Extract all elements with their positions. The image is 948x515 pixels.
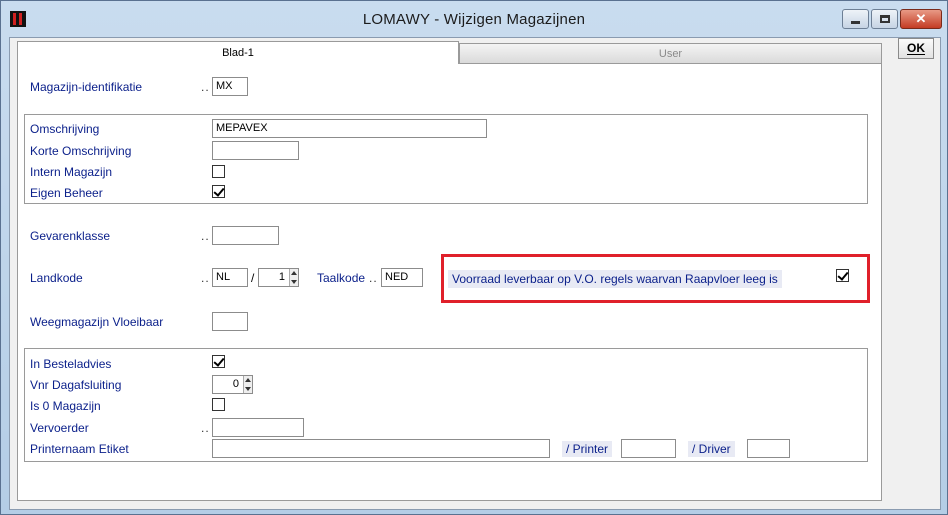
close-icon: ✕	[915, 11, 927, 26]
korte-omschrijving-field[interactable]	[212, 141, 299, 160]
close-button[interactable]: ✕	[900, 9, 942, 29]
voorraad-label: Voorraad leverbaar op V.O. regels waarva…	[448, 270, 782, 288]
landkode-separator: /	[251, 271, 255, 285]
weegmagazijn-label: Weegmagazijn Vloeibaar	[30, 315, 164, 329]
tab-user[interactable]: User	[459, 43, 882, 64]
landkode-label: Landkode	[30, 271, 83, 285]
title-bar[interactable]: LOMAWY - Wijzigen Magazijnen ✕	[1, 1, 947, 35]
printer-label: / Printer	[562, 441, 613, 457]
taalkode-field[interactable]: NED	[381, 268, 423, 287]
form-panel: Magazijn-identifikatie .. MX Omschrijvin…	[17, 63, 882, 501]
spin-up-icon[interactable]	[245, 378, 251, 383]
magazijn-id-label: Magazijn-identifikatie	[30, 80, 143, 94]
gevarenklasse-label: Gevarenklasse	[30, 229, 111, 243]
is0-magazijn-label: Is 0 Magazijn	[30, 399, 101, 413]
magazijn-id-field[interactable]: MX	[212, 77, 248, 96]
application-window: LOMAWY - Wijzigen Magazijnen ✕ Blad-1 Us…	[0, 0, 948, 515]
ok-label: OK	[907, 41, 925, 55]
minimize-icon	[851, 20, 860, 24]
omschrijving-field[interactable]: MEPAVEX	[212, 119, 487, 138]
spin-buttons[interactable]	[289, 269, 298, 286]
weegmagazijn-field[interactable]	[212, 312, 248, 331]
in-besteladvies-checkbox[interactable]	[212, 355, 225, 368]
is0-magazijn-checkbox[interactable]	[212, 398, 225, 411]
taalkode-dots: ..	[369, 271, 378, 285]
landkode-field[interactable]: NL	[212, 268, 248, 287]
in-besteladvies-label: In Besteladvies	[30, 357, 112, 371]
driver-field[interactable]	[747, 439, 790, 458]
landkode-spin-value: 1	[278, 271, 285, 283]
client-area: Blad-1 User OK Magazijn-identifikatie ..…	[9, 37, 941, 510]
omschrijving-label: Omschrijving	[30, 122, 100, 136]
vervoerder-dots: ..	[201, 421, 210, 435]
printernaam-field[interactable]	[212, 439, 550, 458]
tab-blad-1[interactable]: Blad-1	[17, 41, 459, 64]
ok-button[interactable]: OK	[898, 38, 934, 59]
spin-down-icon[interactable]	[291, 279, 297, 284]
korte-omschrijving-label: Korte Omschrijving	[30, 144, 132, 158]
spin-up-icon[interactable]	[291, 271, 297, 276]
vervoerder-field[interactable]	[212, 418, 304, 437]
spin-down-icon[interactable]	[245, 386, 251, 391]
printer-field[interactable]	[621, 439, 676, 458]
spin-buttons[interactable]	[243, 376, 252, 393]
magazijn-id-dots: ..	[201, 80, 210, 94]
maximize-button[interactable]	[871, 9, 898, 29]
taalkode-label: Taalkode	[317, 271, 366, 285]
eigen-beheer-checkbox[interactable]	[212, 185, 225, 198]
printernaam-label: Printernaam Etiket	[30, 442, 129, 456]
gevarenklasse-dots: ..	[201, 229, 210, 243]
intern-magazijn-checkbox[interactable]	[212, 165, 225, 178]
vnr-dagafsluiting-label: Vnr Dagafsluiting	[30, 378, 122, 392]
voorraad-checkbox[interactable]	[836, 269, 849, 282]
driver-label: / Driver	[688, 441, 735, 457]
minimize-button[interactable]	[842, 9, 869, 29]
landkode-dots: ..	[201, 271, 210, 285]
vnr-dagafsluiting-value: 0	[232, 378, 239, 390]
gevarenklasse-field[interactable]	[212, 226, 279, 245]
window-title: LOMAWY - Wijzigen Magazijnen	[362, 11, 586, 28]
vervoerder-label: Vervoerder	[30, 421, 89, 435]
maximize-icon	[879, 15, 890, 23]
landkode-spin-field[interactable]: 1	[258, 268, 299, 287]
vnr-dagafsluiting-spin[interactable]: 0	[212, 375, 253, 394]
eigen-beheer-label: Eigen Beheer	[30, 186, 103, 200]
intern-magazijn-label: Intern Magazijn	[30, 165, 113, 179]
